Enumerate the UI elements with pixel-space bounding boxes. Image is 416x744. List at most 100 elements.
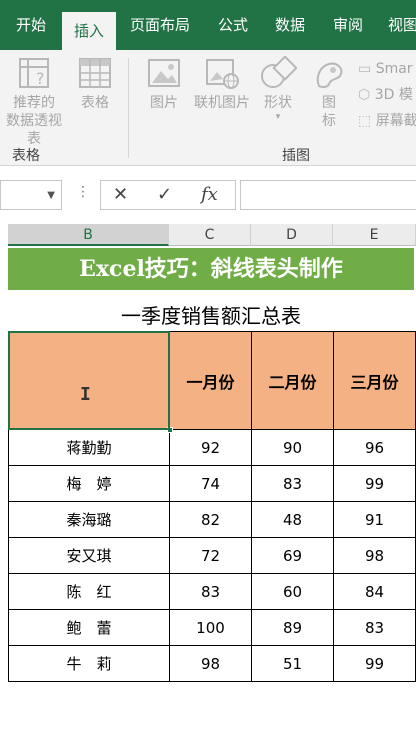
picture-label: 图片 [150, 95, 178, 111]
sales-table: I 一月份 二月份 三月份 蒋勤勤 92 90 96 梅 婷 74 83 99 … [8, 331, 416, 682]
enter-icon[interactable]: ✓ [157, 184, 172, 205]
shapes-icon [261, 56, 297, 88]
column-header-d[interactable]: D [251, 224, 333, 246]
table-row: 牛 莉 98 51 99 [8, 645, 416, 682]
3d-models-label: 3D 模 [374, 87, 413, 103]
smartart-label: Smar [375, 61, 413, 77]
screenshot-button[interactable]: ⬚ 屏幕截 [358, 112, 416, 130]
name-cell[interactable]: 秦海璐 [8, 501, 170, 538]
shapes-dropdown-icon: ▾ [275, 112, 281, 122]
value-cell[interactable]: 84 [333, 573, 416, 610]
cancel-icon[interactable]: ✕ [113, 184, 128, 205]
value-cell[interactable]: 83 [251, 465, 334, 502]
icons-label-line2: 标 [322, 113, 336, 129]
pivot-table-icon: ? [19, 58, 49, 88]
shapes-label: 形状 [264, 95, 292, 111]
table-header-row: I 一月份 二月份 三月份 [8, 331, 416, 433]
value-cell[interactable]: 83 [169, 573, 252, 610]
ribbon-tab-bar: 开始 插入 页面布局 公式 数据 审阅 视图 [0, 0, 416, 50]
name-cell[interactable]: 陈 红 [8, 573, 170, 610]
online-picture-button[interactable]: 联机图片 [188, 56, 256, 112]
chevron-down-icon: ▼ [47, 190, 55, 201]
table-row: 梅 婷 74 83 99 [8, 465, 416, 502]
tab-data[interactable]: 数据 [275, 0, 305, 50]
tab-formulas[interactable]: 公式 [218, 0, 248, 50]
value-cell[interactable]: 96 [333, 429, 416, 466]
value-cell[interactable]: 90 [251, 429, 334, 466]
smartart-button[interactable]: ▭ Smar [358, 60, 413, 78]
pivot-label-line1: 推荐的 [13, 95, 55, 111]
header-cell-month-2[interactable]: 二月份 [251, 331, 334, 430]
group-label-illustrations: 插图 [282, 148, 310, 164]
value-cell[interactable]: 89 [251, 609, 334, 646]
value-cell[interactable]: 92 [169, 429, 252, 466]
name-cell[interactable]: 蒋勤勤 [8, 429, 170, 466]
tab-review[interactable]: 审阅 [333, 0, 363, 50]
table-row: 鲍 蕾 100 89 83 [8, 609, 416, 646]
value-cell[interactable]: 72 [169, 537, 252, 574]
online-picture-label: 联机图片 [194, 95, 250, 111]
online-picture-icon [206, 59, 239, 89]
recommended-pivot-button[interactable]: ? 推荐的 数据透视表 [0, 56, 68, 148]
table-row: 陈 红 83 60 84 [8, 573, 416, 610]
name-box[interactable]: ▼ [0, 180, 62, 210]
sheet-banner-title[interactable]: Excel技巧：斜线表头制作 [8, 248, 414, 290]
screenshot-label: 屏幕截 [375, 113, 416, 129]
picture-button[interactable]: 图片 [142, 56, 186, 112]
text-cursor-icon: I [80, 384, 91, 405]
svg-text:?: ? [36, 69, 45, 88]
drag-handle-icon[interactable]: ⋮ [76, 184, 90, 200]
value-cell[interactable]: 48 [251, 501, 334, 538]
value-cell[interactable]: 83 [333, 609, 416, 646]
screenshot-icon: ⬚ [358, 113, 372, 129]
table-row: 蒋勤勤 92 90 96 [8, 429, 416, 466]
column-header-c[interactable]: C [169, 224, 251, 246]
value-cell[interactable]: 51 [251, 645, 334, 682]
fill-handle[interactable] [167, 427, 173, 433]
value-cell[interactable]: 98 [333, 537, 416, 574]
column-header-e[interactable]: E [333, 224, 416, 246]
value-cell[interactable]: 69 [251, 537, 334, 574]
value-cell[interactable]: 82 [169, 501, 252, 538]
tab-view[interactable]: 视图 [388, 0, 416, 50]
table-row: 秦海璐 82 48 91 [8, 501, 416, 538]
cube-icon: ⬡ [358, 87, 371, 103]
smartart-icon: ▭ [358, 61, 372, 77]
tab-page-layout[interactable]: 页面布局 [130, 0, 190, 50]
table-button[interactable]: 表格 [72, 56, 118, 112]
value-cell[interactable]: 60 [251, 573, 334, 610]
group-label-tables: 表格 [12, 148, 40, 164]
name-cell[interactable]: 安又琪 [8, 537, 170, 574]
name-cell[interactable]: 牛 莉 [8, 645, 170, 682]
table-row: 安又琪 72 69 98 [8, 537, 416, 574]
header-cell-month-1[interactable]: 一月份 [169, 331, 252, 430]
icons-label-line1: 图 [322, 95, 336, 111]
value-cell[interactable]: 100 [169, 609, 252, 646]
column-header-b[interactable]: B [8, 224, 169, 246]
ribbon-separator [128, 58, 129, 158]
diagonal-header-cell[interactable]: I [8, 331, 173, 433]
name-cell[interactable]: 梅 婷 [8, 465, 170, 502]
formula-bar: ▼ ⋮ ✕ ✓ fx [0, 172, 416, 216]
icons-button[interactable]: 图 标 [306, 56, 352, 130]
name-cell[interactable]: 鲍 蕾 [8, 609, 170, 646]
ribbon-insert-panel: ? 推荐的 数据透视表 表格 表格 图片 联机图片 形状 ▾ 图 标 ▭ Sma… [0, 50, 416, 166]
3d-models-button[interactable]: ⬡ 3D 模 [358, 86, 413, 104]
icons-icon [316, 62, 343, 89]
value-cell[interactable]: 99 [333, 645, 416, 682]
pivot-label-line2: 数据透视表 [6, 113, 62, 147]
tab-home[interactable]: 开始 [16, 0, 46, 50]
header-cell-month-3[interactable]: 三月份 [333, 331, 416, 430]
value-cell[interactable]: 98 [169, 645, 252, 682]
table-title[interactable]: 一季度销售额汇总表 [8, 300, 414, 329]
table-icon [79, 58, 111, 88]
insert-function-icon[interactable]: fx [201, 184, 218, 205]
value-cell[interactable]: 74 [169, 465, 252, 502]
value-cell[interactable]: 91 [333, 501, 416, 538]
tab-insert[interactable]: 插入 [62, 12, 117, 50]
value-cell[interactable]: 99 [333, 465, 416, 502]
table-label: 表格 [81, 95, 109, 111]
picture-icon [148, 59, 180, 87]
shapes-button[interactable]: 形状 ▾ [254, 56, 302, 122]
formula-input[interactable] [240, 180, 416, 210]
